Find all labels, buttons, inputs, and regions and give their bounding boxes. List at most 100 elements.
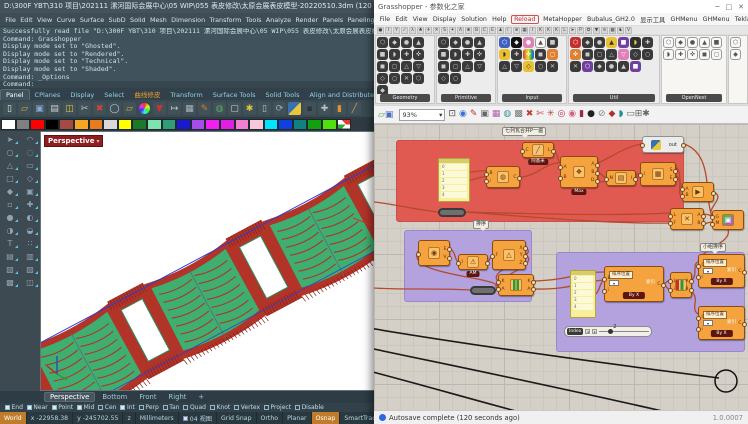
gh-category-tab-0[interactable]: ● xyxy=(377,27,384,34)
input-port-B[interactable] xyxy=(680,194,685,199)
gh-category-tab-19[interactable]: I xyxy=(529,27,536,34)
component-icon-2-9[interactable]: ◻ xyxy=(547,49,558,60)
sketch-pen-icon[interactable]: ✎ xyxy=(470,110,478,119)
component-icon-1-10[interactable]: △ xyxy=(462,61,473,72)
component-ab[interactable]: ▶AB xyxy=(682,182,714,202)
color-swatch-12[interactable] xyxy=(176,119,191,130)
color-swatch-11[interactable] xyxy=(162,119,177,130)
gh-category-tab-4[interactable]: λ xyxy=(409,27,416,34)
component-icon-3-11[interactable]: ▽ xyxy=(618,49,629,60)
folder-icon[interactable]: ▱ xyxy=(123,102,136,115)
component-icon-1-12[interactable]: ◇ xyxy=(438,73,449,84)
rhino-tab-4[interactable]: 曲线修皮 xyxy=(129,88,165,100)
status-grid-snap[interactable]: Grid Snap xyxy=(217,412,257,424)
gh-category-tab-14[interactable]: E xyxy=(489,27,496,34)
component-icon-3-7[interactable]: ✜ xyxy=(570,49,581,60)
gh-category-tab-26[interactable]: ❂ xyxy=(585,27,592,34)
component-icon-2-12[interactable]: ◇ xyxy=(523,61,534,72)
solver-icon[interactable]: ✳ xyxy=(547,110,555,119)
osnap-project[interactable]: Project xyxy=(264,404,291,411)
rhino-menu-item-5[interactable]: SubD xyxy=(106,16,127,24)
component-icon-2-5[interactable]: ◗ xyxy=(499,49,510,60)
broom-icon[interactable]: ╱ xyxy=(348,102,361,115)
rhino-menu-item-6[interactable]: Solid xyxy=(128,16,148,24)
gh-category-tab-6[interactable]: ✈ xyxy=(425,27,432,34)
rhino-menu-item-1[interactable]: Edit xyxy=(18,16,35,24)
component-icon-0-9[interactable]: ◻ xyxy=(389,61,400,72)
rhino-tab-3[interactable]: Select xyxy=(99,90,129,100)
rhino-tab-7[interactable]: Solid Tools xyxy=(261,90,305,100)
gh-menu-item-12[interactable]: Tekla xyxy=(732,16,748,23)
image-icon[interactable]: ▦ xyxy=(492,110,501,119)
rhino-menu-item-4[interactable]: Surface xyxy=(78,16,107,24)
rhino-menu-item-10[interactable]: Tools xyxy=(244,16,264,24)
color-swatch-22[interactable] xyxy=(322,119,337,130)
sidebar-tool-icon-19[interactable]: ▥ xyxy=(20,250,40,263)
rhino-tab-1[interactable]: CPlanes xyxy=(30,90,66,100)
output-port-I[interactable] xyxy=(633,177,638,182)
input-port[interactable] xyxy=(640,143,645,148)
trash-icon[interactable]: ▯ xyxy=(258,102,271,115)
osnap-near[interactable]: Near xyxy=(27,404,48,411)
sidebar-tool-icon-6[interactable]: □ xyxy=(0,172,20,185)
open-file-icon[interactable]: ▱ xyxy=(18,102,31,115)
maximize-button[interactable]: □ xyxy=(726,3,733,11)
slider-step-down[interactable]: ◂ xyxy=(585,329,590,334)
checkbox-knot[interactable] xyxy=(210,405,215,410)
rhino-menu-item-3[interactable]: Curve xyxy=(54,16,77,24)
gh-menu-item-0[interactable]: File xyxy=(377,16,393,23)
output-port-C[interactable] xyxy=(742,322,747,327)
sidebar-tool-icon-9[interactable]: ▣ xyxy=(20,185,40,198)
close-button[interactable]: ✕ xyxy=(738,3,744,11)
gh-category-tab-24[interactable]: ➤ xyxy=(569,27,576,34)
component-gm[interactable]: ▣GM xyxy=(712,210,744,230)
component-icon-4-9[interactable]: ◻ xyxy=(711,49,722,60)
component-icon-4-3[interactable]: ▲ xyxy=(699,37,710,48)
osnap-end[interactable]: End xyxy=(5,404,23,411)
dropdown[interactable]: ▾ xyxy=(703,268,713,274)
data-panel-a[interactable]: 01234 xyxy=(438,158,470,202)
component-icon-1-3[interactable]: ▲ xyxy=(474,37,485,48)
gh-category-tab-7[interactable]: ✕ xyxy=(433,27,440,34)
input-port-B[interactable] xyxy=(484,172,489,177)
gh-category-tab-20[interactable]: K xyxy=(537,27,544,34)
output-port-C[interactable] xyxy=(742,270,747,275)
red-paint-icon[interactable]: ◆ xyxy=(609,110,616,119)
rhino-menu-item-12[interactable]: Render xyxy=(293,16,320,24)
status-planar[interactable]: Planar xyxy=(283,412,312,424)
rhino-menu-item-9[interactable]: Transform xyxy=(207,16,243,24)
component-icon-1-4[interactable]: ■ xyxy=(438,49,449,60)
component-icon-3-0[interactable]: ⬡ xyxy=(570,37,581,48)
sort-component-2[interactable]: 排序位置▾索引By XCiC xyxy=(698,254,745,288)
checkbox-disable[interactable] xyxy=(295,405,300,410)
gh-menu-item-1[interactable]: Edit xyxy=(393,16,410,23)
output-port-L[interactable] xyxy=(551,149,556,154)
sidebar-tool-icon-8[interactable]: ◆ xyxy=(0,185,20,198)
gh-menu-item-2[interactable]: View xyxy=(410,16,430,23)
component-icon-1-9[interactable]: ◻ xyxy=(450,61,461,72)
sidebar-tool-icon-16[interactable]: T xyxy=(0,237,20,250)
component-icon-2-13[interactable]: ○ xyxy=(535,61,546,72)
viewport-tab-front[interactable]: Front xyxy=(134,393,161,401)
rhino-tab-5[interactable]: Transform xyxy=(165,90,207,100)
widgets-icon[interactable]: ▭⊞✱ xyxy=(626,110,650,119)
sidebar-tool-icon-22[interactable]: ▩ xyxy=(0,276,20,289)
color-swatch-1[interactable] xyxy=(16,119,31,130)
zoom-icon[interactable]: ◯ xyxy=(108,102,121,115)
output-port-B[interactable] xyxy=(689,288,694,293)
sidebar-tool-icon-5[interactable]: ▭ xyxy=(20,159,40,172)
sidebar-tool-icon-18[interactable]: ▤ xyxy=(0,250,20,263)
component-icon-3-5[interactable]: ◗ xyxy=(630,37,641,48)
component-icon-3-9[interactable]: ◻ xyxy=(594,49,605,60)
component-icon-3-14[interactable]: ✕ xyxy=(570,61,581,72)
input-port-C[interactable] xyxy=(696,316,701,321)
gh-category-tab-27[interactable]: ▼ xyxy=(593,27,600,34)
input-port-L[interactable] xyxy=(668,214,673,219)
console-icon[interactable]: ▪ xyxy=(303,102,316,115)
component-icon-1-5[interactable]: ◗ xyxy=(450,49,461,60)
component-icon-4-5[interactable]: ◗ xyxy=(663,49,674,60)
input-port-F[interactable] xyxy=(490,254,495,259)
earth-icon[interactable]: ◍ xyxy=(213,102,226,115)
gh-category-tab-8[interactable]: S xyxy=(441,27,448,34)
jar-icon[interactable]: ◫ xyxy=(63,102,76,115)
